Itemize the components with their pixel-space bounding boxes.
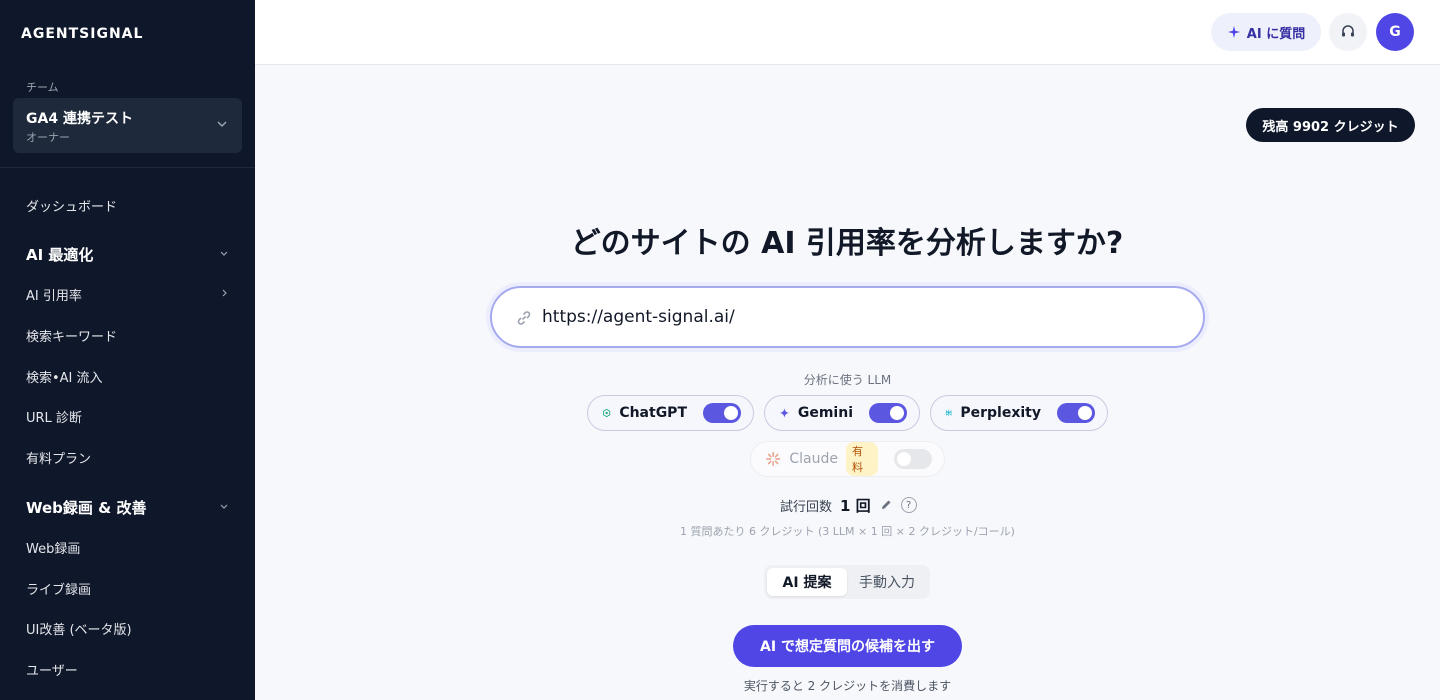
chevron-right-icon[interactable] [219,288,229,298]
sidebar-item-paid-plan[interactable]: 有料プラン [26,448,91,467]
question-mode-tabs: AI 提案 手動入力 [764,565,930,599]
top-bar: AI に質問 G [255,0,1440,65]
chevron-down-icon [217,121,227,128]
llm-pill-gemini[interactable]: Gemini [764,395,920,431]
sidebar-item-web-recording[interactable]: Web録画 [26,538,80,557]
team-switcher[interactable]: GA4 連携テスト オーナー [13,98,242,153]
llm-name: Gemini [797,405,853,421]
team-label: チーム [26,81,59,94]
url-input[interactable] [542,300,1172,334]
llm-pill-claude[interactable]: Claude 有料 [750,441,945,477]
tab-ai-suggest[interactable]: AI 提案 [767,568,847,596]
brand-logo[interactable]: AGENTSIGNAL [21,26,143,42]
sidebar-item-url-diagnosis[interactable]: URL 診断 [26,407,82,426]
headset-icon [1342,25,1354,37]
sidebar-divider [0,167,255,168]
sparkle-icon [1227,26,1240,38]
llm-name: Perplexity [960,405,1041,421]
user-avatar[interactable]: G [1376,13,1414,51]
sidebar: AGENTSIGNAL チーム GA4 連携テスト オーナー ダッシュボード A… [0,0,255,700]
llm-name: ChatGPT [619,405,687,421]
chatgpt-icon [603,408,611,418]
sidebar-item-search-ai-traffic[interactable]: 検索•AI 流入 [26,367,103,386]
gemini-toggle[interactable] [869,403,907,423]
credit-balance-badge: 残高 9902 クレジット [1246,108,1415,142]
sidebar-section-web-recording[interactable]: Web録画 & 改善 [26,497,146,518]
link-icon [517,311,531,325]
perplexity-icon [945,409,952,417]
claude-icon [766,451,781,467]
generate-questions-button[interactable]: AI で想定質問の候補を出す [733,625,962,667]
gemini-icon [779,408,790,418]
trial-count-value: 1 回 [840,496,871,515]
sidebar-section-ai-optimization[interactable]: AI 最適化 [26,244,93,265]
pencil-icon[interactable] [879,498,893,512]
sidebar-item-ai-citation-rate[interactable]: AI 引用率 [26,285,82,304]
perplexity-toggle[interactable] [1057,403,1095,423]
sidebar-item-search-keywords[interactable]: 検索キーワード [26,326,117,345]
llm-section-label: 分析に使う LLM [803,373,892,387]
llm-pill-perplexity[interactable]: Perplexity [930,395,1108,431]
team-name: GA4 連携テスト [26,111,133,127]
sidebar-item-dashboard[interactable]: ダッシュボード [26,196,117,215]
help-icon[interactable]: ? [900,497,917,513]
credit-cost-note: 1 質問あたり 6 クレジット (3 LLM × 1 回 × 2 クレジット/コ… [680,525,1015,538]
trial-count-row: 試行回数 1 回 ? [780,494,917,516]
tab-manual-input[interactable]: 手動入力 [847,568,927,596]
ask-ai-button[interactable]: AI に質問 [1211,13,1321,51]
sidebar-item-live-recording[interactable]: ライブ録画 [26,579,91,598]
url-input-container[interactable] [490,286,1205,348]
page-title: どのサイトの AI 引用率を分析しますか? [570,226,1124,261]
chatgpt-toggle[interactable] [703,403,741,423]
trial-count-label: 試行回数 [780,499,833,515]
sidebar-item-ui-improvement[interactable]: UI改善 (ベータ版) [26,619,132,638]
ask-ai-label: AI に質問 [1246,26,1306,42]
support-button[interactable] [1329,13,1367,51]
paid-badge: 有料 [846,442,878,476]
chevron-down-icon[interactable] [219,248,229,258]
cta-credit-note: 実行すると 2 クレジットを消費します [743,679,952,693]
chevron-down-icon[interactable] [219,501,229,511]
claude-toggle[interactable] [894,449,932,469]
sidebar-item-users[interactable]: ユーザー [26,660,78,679]
llm-pill-chatgpt[interactable]: ChatGPT [587,395,754,431]
team-role: オーナー [26,131,70,144]
llm-name: Claude [789,451,838,467]
